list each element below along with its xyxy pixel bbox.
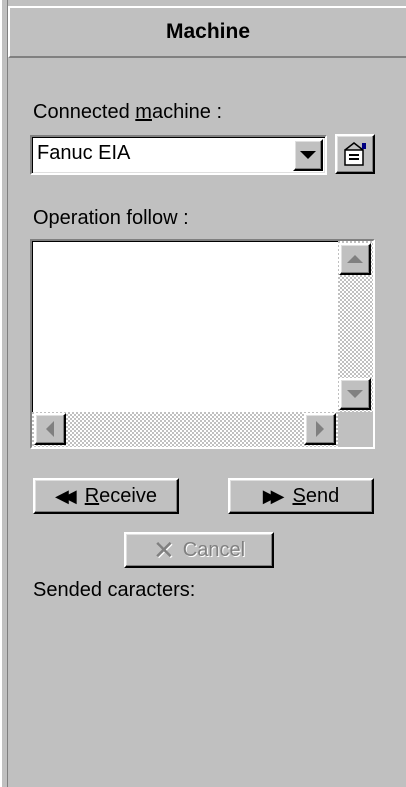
scrollbar-corner bbox=[338, 412, 373, 447]
machine-properties-button[interactable] bbox=[335, 134, 375, 174]
operation-follow-label: Operation follow : bbox=[33, 207, 189, 229]
horizontal-scrollbar[interactable] bbox=[32, 412, 338, 447]
operation-log[interactable] bbox=[30, 239, 375, 449]
machine-panel: Machine Connected machine : Fanuc EIA Op… bbox=[0, 0, 406, 787]
connected-machine-label: Connected machine : bbox=[33, 101, 223, 123]
scroll-up-icon bbox=[347, 255, 363, 263]
panel-title: Machine bbox=[165, 20, 251, 43]
scroll-right-button[interactable] bbox=[304, 413, 336, 445]
receive-button[interactable]: ◀◀ Receive bbox=[33, 478, 179, 514]
scroll-up-button[interactable] bbox=[339, 243, 371, 275]
cancel-button[interactable]: ✕ Cancel bbox=[124, 532, 274, 568]
cancel-label: Cancel bbox=[182, 538, 246, 561]
scroll-left-icon bbox=[46, 421, 54, 437]
send-label: Send bbox=[292, 484, 340, 507]
machine-select-dropdown-button[interactable] bbox=[293, 139, 323, 171]
x-icon: ✕ bbox=[152, 534, 175, 565]
scroll-down-icon bbox=[347, 390, 363, 398]
scroll-down-button[interactable] bbox=[339, 378, 371, 410]
rewind-icon: ◀◀ bbox=[55, 485, 77, 506]
chevron-down-icon bbox=[300, 151, 316, 159]
send-button[interactable]: ▶▶ Send bbox=[228, 478, 374, 514]
scroll-left-button[interactable] bbox=[34, 413, 66, 445]
sended-characters-label: Sended caracters: bbox=[33, 579, 196, 601]
panel-title-bar: Machine bbox=[8, 6, 406, 58]
receive-label: Receive bbox=[84, 484, 157, 507]
fast-forward-icon: ▶▶ bbox=[262, 485, 285, 506]
scroll-right-icon bbox=[316, 421, 324, 437]
machine-select-value: Fanuc EIA bbox=[37, 142, 131, 164]
panel-splitter[interactable] bbox=[0, 0, 8, 787]
properties-icon bbox=[344, 142, 366, 166]
machine-select[interactable]: Fanuc EIA bbox=[30, 135, 327, 175]
